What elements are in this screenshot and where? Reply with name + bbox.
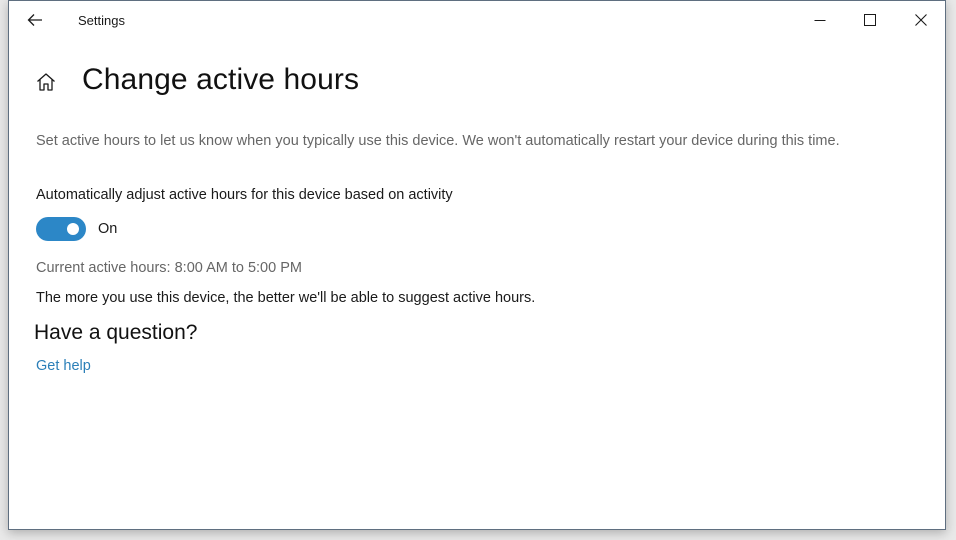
get-help-link[interactable]: Get help [36,358,91,374]
help-heading: Have a question? [34,321,198,344]
settings-window: Settings Change active hours Set active … [8,0,946,530]
home-icon[interactable] [35,71,57,93]
auto-adjust-label: Automatically adjust active hours for th… [36,187,453,203]
maximize-icon [864,14,876,26]
back-arrow-icon [27,14,42,26]
current-active-hours: Current active hours: 8:00 AM to 5:00 PM [36,260,302,276]
back-button[interactable] [23,9,47,31]
app-title: Settings [78,13,125,28]
minimize-button[interactable] [797,5,843,35]
title-bar: Settings [9,1,945,39]
toggle-state-text: On [98,221,118,237]
page-description: Set active hours to let us know when you… [36,133,840,149]
toggle-knob [67,223,79,235]
close-icon [915,14,927,26]
suggestion-info-text: The more you use this device, the better… [36,290,536,306]
page-title: Change active hours [82,63,360,96]
auto-adjust-toggle[interactable] [36,217,86,241]
minimize-icon [814,20,826,21]
maximize-button[interactable] [847,5,893,35]
close-button[interactable] [898,5,944,35]
